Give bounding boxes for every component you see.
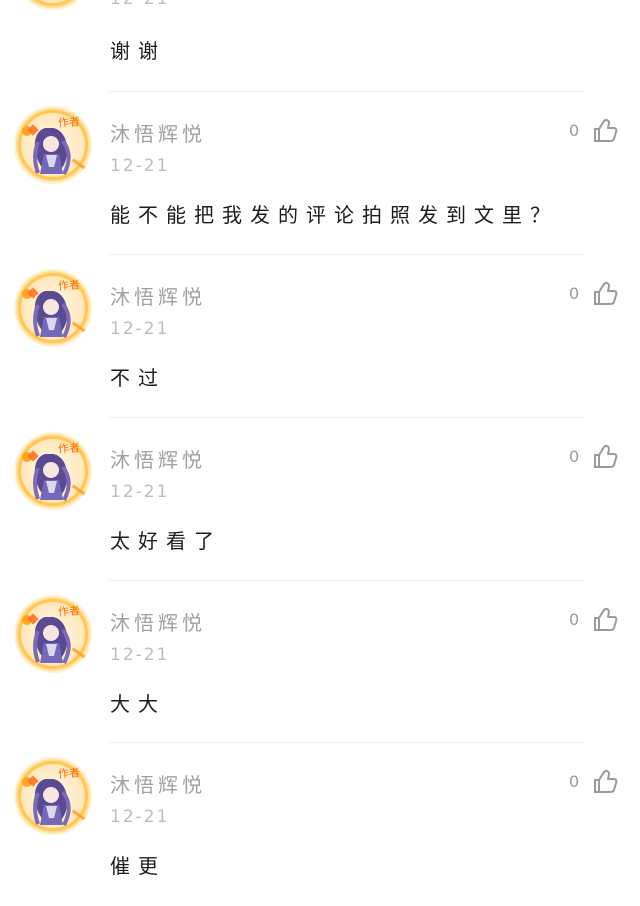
comment-date: 12-21 [110,0,169,9]
comment-item: 作者 沐悟辉悦 12-21 催更 0 [0,743,640,906]
username[interactable]: 沐悟辉悦 [110,118,206,147]
avatar[interactable]: 作者 [14,432,92,510]
thumb-up-icon[interactable] [591,280,619,308]
author-badge: 作者 [57,604,81,619]
comment-text: 太好看了 [110,529,222,553]
comment-text: 不过 [110,366,166,390]
thumb-up-icon[interactable] [591,768,619,796]
thumb-up-icon[interactable] [591,443,619,471]
avatar[interactable]: 作者 [14,595,92,673]
thumb-up-icon[interactable] [591,117,619,145]
like-count: 0 [569,284,580,303]
anime-girl-icon [33,291,71,338]
avatar[interactable]: 作者 [14,106,92,184]
author-badge: 作者 [57,278,81,293]
username[interactable]: 沐悟辉悦 [110,281,206,310]
author-badge: 作者 [57,115,81,130]
like-count: 0 [569,610,580,629]
comment-text: 谢谢 [110,39,166,63]
comment-text: 能不能把我发的评论拍照发到文里？ [110,203,558,227]
anime-girl-icon [33,779,71,826]
thumb-up-icon[interactable] [591,606,619,634]
username[interactable]: 沐悟辉悦 [110,769,206,798]
comment-list: 作者 12-21 谢谢 作者 沐悟辉悦 12-21 能不能把我发的评论拍照发到文… [0,0,640,904]
comment-date: 12-21 [110,482,170,502]
author-badge: 作者 [57,766,81,781]
anime-girl-icon [33,454,71,501]
like-count: 0 [569,121,580,140]
like-count: 0 [569,447,580,466]
comment-date: 12-21 [110,319,170,339]
comment-date: 12-21 [110,645,170,665]
anime-girl-icon [33,617,71,664]
username[interactable]: 沐悟辉悦 [110,607,206,636]
comment-date: 12-21 [110,156,170,176]
comment-item: 作者 沐悟辉悦 12-21 大大 0 [0,581,640,744]
comment-item: 作者 沐悟辉悦 12-21 能不能把我发的评论拍照发到文里？ 0 [0,92,640,255]
comment-text: 大大 [110,692,166,716]
comment-item: 作者 沐悟辉悦 12-21 太好看了 0 [0,418,640,581]
avatar-ring [18,0,88,6]
author-badge: 作者 [57,441,81,456]
comment-item: 作者 沐悟辉悦 12-21 不过 0 [0,255,640,418]
comment-date: 12-21 [110,807,170,827]
username[interactable]: 沐悟辉悦 [110,444,206,473]
partial-comment: 作者 12-21 谢谢 [0,0,640,88]
comment-text: 催更 [110,854,166,878]
avatar[interactable]: 作者 [14,0,92,10]
anime-girl-icon [33,128,71,175]
avatar[interactable]: 作者 [14,269,92,347]
like-count: 0 [569,772,580,791]
avatar[interactable]: 作者 [14,757,92,835]
